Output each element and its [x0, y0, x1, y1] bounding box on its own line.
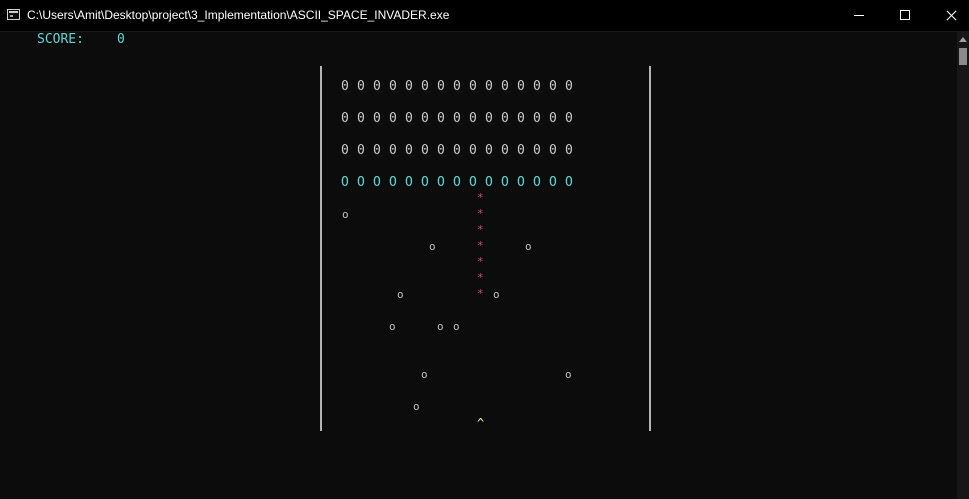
invader: 0	[421, 143, 429, 158]
enemy-bullet: o	[525, 240, 532, 253]
invader: O	[357, 175, 365, 190]
invader: O	[405, 175, 413, 190]
invader: 0	[405, 79, 413, 94]
invader: 0	[533, 111, 541, 126]
enemy-bullet: o	[565, 368, 572, 381]
invader-row: 000000000000000	[341, 80, 581, 94]
invader: O	[341, 175, 349, 190]
invader: 0	[341, 79, 349, 94]
invader: 0	[485, 79, 493, 94]
enemy-bullet: o	[389, 320, 396, 333]
scroll-thumb[interactable]	[959, 48, 967, 65]
invader: O	[485, 175, 493, 190]
enemy-bullet: o	[342, 208, 349, 221]
console-app-icon	[7, 9, 20, 20]
invader: O	[389, 175, 397, 190]
invader: 0	[341, 143, 349, 158]
invader: 0	[357, 79, 365, 94]
invader: 0	[517, 111, 525, 126]
invader: 0	[533, 79, 541, 94]
title-bar: C:\Users\Amit\Desktop\project\3_Implemen…	[0, 0, 969, 32]
enemy-bullet: o	[437, 320, 444, 333]
invader: 0	[565, 111, 573, 126]
window-title: C:\Users\Amit\Desktop\project\3_Implemen…	[27, 8, 450, 22]
invader: 0	[389, 79, 397, 94]
invader: 0	[405, 143, 413, 158]
invader-row: OOOOOOOOOOOOOOO	[341, 176, 581, 190]
player-shot: *	[477, 287, 484, 300]
enemy-bullet: o	[397, 288, 404, 301]
enemy-bullet: o	[413, 400, 420, 413]
invader: 0	[501, 143, 509, 158]
invader: 0	[501, 79, 509, 94]
maximize-button[interactable]	[882, 0, 928, 31]
scrollbar[interactable]	[957, 32, 969, 499]
invader: 0	[485, 143, 493, 158]
console-area: SCORE: 0 0000000000000000000000000000000…	[0, 32, 957, 499]
player-shot: *	[477, 271, 484, 284]
invader: 0	[373, 79, 381, 94]
score-label: SCORE:	[37, 32, 84, 47]
invader: 0	[565, 143, 573, 158]
invader: 0	[453, 79, 461, 94]
invader: 0	[421, 79, 429, 94]
invader: 0	[549, 143, 557, 158]
scroll-up-arrow-icon[interactable]	[959, 37, 967, 42]
player-shot: *	[477, 239, 484, 252]
invader: O	[469, 175, 477, 190]
invader-row: 000000000000000	[341, 144, 581, 158]
invader: 0	[469, 79, 477, 94]
player-ship: ^	[477, 416, 485, 430]
invader: 0	[389, 111, 397, 126]
invader: 0	[517, 143, 525, 158]
invader: O	[501, 175, 509, 190]
invader: 0	[357, 111, 365, 126]
invader: 0	[421, 111, 429, 126]
invader: 0	[549, 79, 557, 94]
invader: O	[373, 175, 381, 190]
invader: 0	[549, 111, 557, 126]
invader: 0	[469, 143, 477, 158]
invader: 0	[437, 111, 445, 126]
invader: 0	[533, 143, 541, 158]
score-value: 0	[117, 32, 125, 47]
invader: 0	[517, 79, 525, 94]
invader: 0	[501, 111, 509, 126]
invader: 0	[373, 111, 381, 126]
invader: 0	[453, 111, 461, 126]
invader: 0	[453, 143, 461, 158]
invader: O	[565, 175, 573, 190]
minimize-button[interactable]	[836, 0, 882, 31]
invader: 0	[565, 79, 573, 94]
invader-row: 000000000000000	[341, 112, 581, 126]
invader: 0	[341, 111, 349, 126]
invader: O	[421, 175, 429, 190]
player-shot: *	[477, 223, 484, 236]
invader: 0	[389, 143, 397, 158]
invader: 0	[469, 111, 477, 126]
enemy-bullet: o	[429, 240, 436, 253]
player-shot: *	[477, 255, 484, 268]
enemy-bullet: o	[421, 368, 428, 381]
invader: 0	[405, 111, 413, 126]
invader: 0	[485, 111, 493, 126]
left-wall	[320, 66, 322, 431]
invader: 0	[357, 143, 365, 158]
invader: O	[517, 175, 525, 190]
close-button[interactable]	[928, 0, 969, 31]
invader: O	[437, 175, 445, 190]
player-shot: *	[477, 191, 484, 204]
invader: 0	[373, 143, 381, 158]
invader: 0	[437, 79, 445, 94]
right-wall	[649, 66, 651, 431]
player-shot: *	[477, 207, 484, 220]
invader: 0	[437, 143, 445, 158]
invader: O	[533, 175, 541, 190]
enemy-bullet: o	[453, 320, 460, 333]
invader: O	[453, 175, 461, 190]
enemy-bullet: o	[493, 288, 500, 301]
invader: O	[549, 175, 557, 190]
